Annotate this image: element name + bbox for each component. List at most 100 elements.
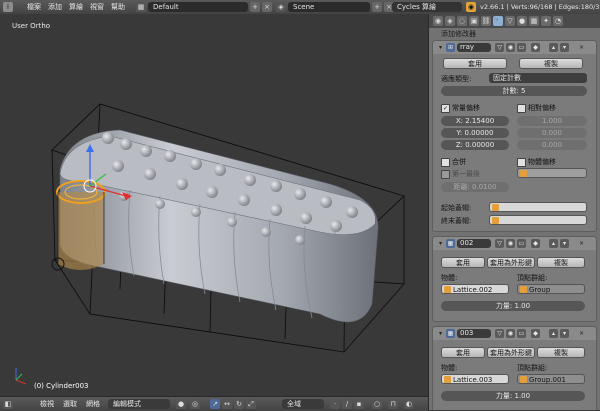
pivot-icon[interactable]: ◎ — [190, 399, 200, 409]
menu-mesh[interactable]: 網格 — [86, 399, 100, 409]
remove-modifier-icon[interactable]: × — [577, 329, 586, 338]
menu-render[interactable]: 算繪 — [69, 2, 83, 12]
array-mesh-object[interactable] — [59, 129, 379, 323]
lattice-modifier-header-2[interactable]: ▾ ▦ 003 ▽ ◉ ▭ ◆ ▴ ▾ × — [433, 327, 596, 340]
apply-button[interactable]: 套用 — [443, 58, 507, 69]
editmode-display-icon[interactable]: ◆ — [531, 329, 540, 338]
viewport-type-icon[interactable]: ◧ — [3, 399, 13, 409]
copy-button[interactable]: 複製 — [537, 257, 585, 268]
object-offset-checkbox[interactable] — [517, 158, 526, 167]
remove-modifier-icon[interactable]: × — [577, 43, 586, 52]
copy-button[interactable]: 複製 — [537, 347, 585, 358]
move-up-icon[interactable]: ▴ — [549, 239, 558, 248]
apply-as-shape-button[interactable]: 套用為外形鍵 — [487, 257, 535, 268]
selected-cylinder[interactable] — [51, 180, 106, 271]
editor-type-icon[interactable]: i — [3, 2, 13, 12]
physics-tab-icon[interactable]: ◔ — [553, 16, 563, 26]
start-cap-field[interactable] — [489, 202, 587, 212]
world-tab-icon[interactable]: ◌ — [457, 16, 467, 26]
lattice-object-field[interactable]: Lattice.003 — [441, 374, 509, 384]
merge-checkbox[interactable] — [441, 158, 450, 167]
snap-icon[interactable]: ⊓ — [388, 399, 398, 409]
move-down-icon[interactable]: ▾ — [560, 239, 569, 248]
add-modifier-heading[interactable]: 添加修改器 — [441, 29, 476, 39]
end-cap-field[interactable] — [489, 215, 587, 225]
lattice-modifier-header-1[interactable]: ▾ ▦ 002 ▽ ◉ ▭ ◆ ▴ ▾ × — [433, 237, 596, 250]
vertex-group-field[interactable]: Group.001 — [517, 374, 585, 384]
lattice-object-field[interactable]: Lattice.002 — [441, 284, 509, 294]
move-down-icon[interactable]: ▾ — [560, 43, 569, 52]
menu-file[interactable]: 檔案 — [27, 2, 41, 12]
first-last-checkbox[interactable] — [441, 170, 450, 179]
render-engine-select[interactable]: Cycles 算繪 — [392, 2, 462, 12]
constant-y-field[interactable]: Y: 0.00000 — [441, 128, 509, 138]
relative-x-field[interactable]: 1.000 — [517, 116, 587, 126]
move-up-icon[interactable]: ▴ — [549, 43, 558, 52]
render-display-icon[interactable]: ▭ — [517, 239, 526, 248]
editmode-display-icon[interactable]: ◆ — [531, 239, 540, 248]
array-modifier-name[interactable]: rray — [457, 43, 491, 52]
material-tab-icon[interactable]: ● — [517, 16, 527, 26]
scene-browse-icon[interactable]: ◈ — [276, 2, 286, 12]
constant-offset-checkbox[interactable]: ✓ — [441, 104, 450, 113]
vertex-group-field[interactable]: Group — [517, 284, 585, 294]
realtime-display-icon[interactable]: ◉ — [506, 329, 515, 338]
object-tab-icon[interactable]: ▣ — [469, 16, 479, 26]
realtime-display-icon[interactable]: ◉ — [506, 239, 515, 248]
3d-viewport[interactable]: User Ortho (0) Cylinder003 — [0, 14, 428, 396]
editmode-display-icon[interactable]: ◆ — [531, 43, 540, 52]
render-preview-icon[interactable]: ◐ — [404, 399, 414, 409]
relative-offset-checkbox[interactable] — [517, 104, 526, 113]
collapse-arrow-icon[interactable]: ▾ — [436, 329, 445, 338]
relative-y-field[interactable]: 0.000 — [517, 128, 587, 138]
modifiers-tab-icon[interactable]: 🔧 — [493, 16, 503, 26]
collapse-arrow-icon[interactable]: ▾ — [436, 43, 445, 52]
fit-type-select[interactable]: 固定計數 — [489, 73, 587, 83]
menu-add[interactable]: 添加 — [48, 2, 62, 12]
editmode-cage-icon[interactable]: ▽ — [495, 329, 504, 338]
rotate-icon[interactable]: ↻ — [234, 399, 244, 409]
editmode-cage-icon[interactable]: ▽ — [495, 43, 504, 52]
move-down-icon[interactable]: ▾ — [560, 329, 569, 338]
menu-help[interactable]: 幫助 — [111, 2, 125, 12]
render-display-icon[interactable]: ▭ — [517, 43, 526, 52]
render-display-icon[interactable]: ▭ — [517, 329, 526, 338]
layout-browse-icon[interactable]: ▦ — [136, 2, 146, 12]
apply-as-shape-button[interactable]: 套用為外形鍵 — [487, 347, 535, 358]
texture-tab-icon[interactable]: ▦ — [529, 16, 539, 26]
array-modifier-header[interactable]: ▾ ⊞ rray ▽ ◉ ▭ ◆ ▴ ▾ × — [433, 41, 596, 54]
render-tab-icon[interactable]: ◉ — [433, 16, 443, 26]
strength-field[interactable]: 力量: 1.00 — [441, 391, 585, 401]
realtime-display-icon[interactable]: ◉ — [506, 43, 515, 52]
remove-modifier-icon[interactable]: × — [577, 239, 586, 248]
copy-button[interactable]: 複製 — [519, 58, 583, 69]
layout-field[interactable]: Default — [148, 2, 248, 12]
layout-close-icon[interactable]: × — [262, 2, 272, 12]
proportional-edit-icon[interactable]: ○ — [372, 399, 382, 409]
edge-select-icon[interactable]: / — [342, 399, 352, 409]
relative-z-field[interactable]: 0.000 — [517, 140, 587, 150]
orientation-select[interactable]: 全域 — [282, 399, 324, 409]
menu-view[interactable]: 檢視 — [40, 399, 54, 409]
offset-object-field[interactable] — [517, 168, 587, 178]
particles-tab-icon[interactable]: ✦ — [541, 16, 551, 26]
data-tab-icon[interactable]: ▽ — [505, 16, 515, 26]
vertex-select-icon[interactable]: · — [330, 399, 340, 409]
menu-window[interactable]: 視窗 — [90, 2, 104, 12]
shading-solid-icon[interactable]: ● — [176, 399, 186, 409]
manipulator-icon[interactable]: ↗ — [210, 399, 220, 409]
apply-button[interactable]: 套用 — [441, 257, 485, 268]
face-select-icon[interactable]: ▪ — [354, 399, 364, 409]
constraints-tab-icon[interactable]: ⛓ — [481, 16, 491, 26]
constant-z-field[interactable]: Z: 0.00000 — [441, 140, 509, 150]
apply-button[interactable]: 套用 — [441, 347, 485, 358]
collapse-arrow-icon[interactable]: ▾ — [436, 239, 445, 248]
scene-field[interactable]: Scene — [288, 2, 370, 12]
translate-icon[interactable]: ↔ — [222, 399, 232, 409]
scene-add-icon[interactable]: + — [372, 2, 382, 12]
lattice-modifier-name-2[interactable]: 003 — [457, 329, 491, 338]
scene-canvas[interactable] — [0, 14, 428, 396]
move-up-icon[interactable]: ▴ — [549, 329, 558, 338]
lattice-modifier-name-1[interactable]: 002 — [457, 239, 491, 248]
scale-icon[interactable]: ⤢ — [246, 399, 256, 409]
